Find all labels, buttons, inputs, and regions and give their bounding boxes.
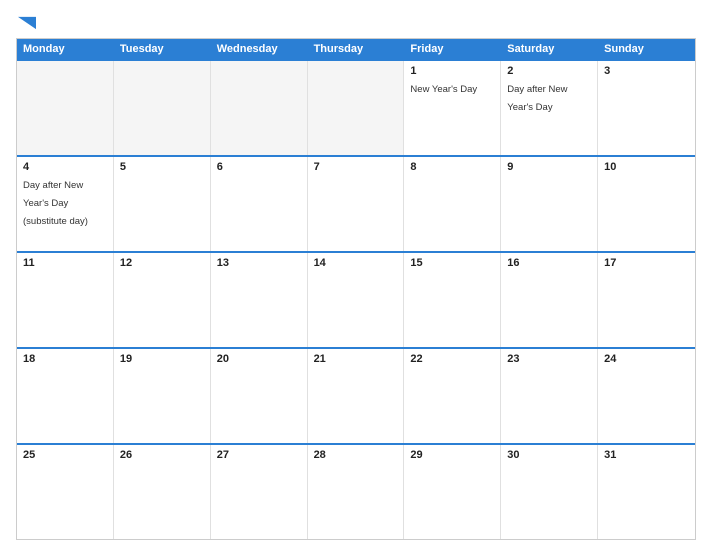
cal-cell-4-6: 23 — [501, 349, 598, 443]
day-number: 2 — [507, 65, 591, 77]
day-number: 21 — [314, 353, 398, 365]
cal-cell-5-4: 28 — [308, 445, 405, 539]
cal-cell-5-5: 29 — [404, 445, 501, 539]
week-row-2: 4 Day after New Year's Day (substitute da… — [17, 155, 695, 251]
week-row-3: 11 12 13 14 15 16 17 — [17, 251, 695, 347]
day-event: Day after New Year's Day — [507, 84, 567, 113]
cal-cell-4-2: 19 — [114, 349, 211, 443]
day-number: 9 — [507, 161, 591, 173]
cal-cell-2-6: 9 — [501, 157, 598, 251]
day-number: 31 — [604, 449, 689, 461]
cal-cell-5-7: 31 — [598, 445, 695, 539]
day-number: 4 — [23, 161, 107, 173]
week-row-1: 1 New Year's Day 2 Day after New Year's Day… — [17, 59, 695, 155]
day-number: 15 — [410, 257, 494, 269]
cal-cell-5-1: 25 — [17, 445, 114, 539]
calendar: Monday Tuesday Wednesday Thursday Friday… — [16, 38, 696, 540]
week-row-5: 25 26 27 28 29 30 31 — [17, 443, 695, 539]
col-thursday: Thursday — [308, 39, 405, 59]
cal-cell-3-6: 16 — [501, 253, 598, 347]
header — [16, 14, 696, 32]
day-number: 6 — [217, 161, 301, 173]
cal-cell-3-4: 14 — [308, 253, 405, 347]
cal-cell-1-5: 1 New Year's Day — [404, 61, 501, 155]
cal-cell-2-4: 7 — [308, 157, 405, 251]
day-number: 24 — [604, 353, 689, 365]
day-number: 26 — [120, 449, 204, 461]
day-event: New Year's Day — [410, 84, 477, 95]
day-number: 14 — [314, 257, 398, 269]
day-number: 17 — [604, 257, 689, 269]
day-number: 29 — [410, 449, 494, 461]
cal-cell-3-3: 13 — [211, 253, 308, 347]
cal-cell-4-3: 20 — [211, 349, 308, 443]
day-number: 13 — [217, 257, 301, 269]
cal-cell-1-4 — [308, 61, 405, 155]
day-number: 19 — [120, 353, 204, 365]
cal-cell-1-7: 3 — [598, 61, 695, 155]
cal-cell-5-6: 30 — [501, 445, 598, 539]
cal-cell-2-5: 8 — [404, 157, 501, 251]
logo — [16, 14, 36, 32]
col-friday: Friday — [404, 39, 501, 59]
cal-cell-1-6: 2 Day after New Year's Day — [501, 61, 598, 155]
col-wednesday: Wednesday — [211, 39, 308, 59]
day-number: 20 — [217, 353, 301, 365]
day-number: 11 — [23, 257, 107, 269]
day-number: 27 — [217, 449, 301, 461]
cal-cell-3-5: 15 — [404, 253, 501, 347]
cal-cell-3-7: 17 — [598, 253, 695, 347]
day-event: Day after New Year's Day (substitute day… — [23, 180, 88, 227]
cal-cell-4-7: 24 — [598, 349, 695, 443]
cal-cell-2-1: 4 Day after New Year's Day (substitute da… — [17, 157, 114, 251]
cal-cell-5-2: 26 — [114, 445, 211, 539]
cal-cell-2-3: 6 — [211, 157, 308, 251]
day-number: 16 — [507, 257, 591, 269]
day-number: 23 — [507, 353, 591, 365]
day-number: 1 — [410, 65, 494, 77]
col-saturday: Saturday — [501, 39, 598, 59]
day-number: 30 — [507, 449, 591, 461]
cal-cell-1-1 — [17, 61, 114, 155]
calendar-header: Monday Tuesday Wednesday Thursday Friday… — [17, 39, 695, 59]
cal-cell-4-5: 22 — [404, 349, 501, 443]
day-number: 8 — [410, 161, 494, 173]
day-number: 18 — [23, 353, 107, 365]
calendar-body: 1 New Year's Day 2 Day after New Year's Day… — [17, 59, 695, 539]
day-number: 10 — [604, 161, 689, 173]
cal-cell-3-1: 11 — [17, 253, 114, 347]
cal-cell-4-4: 21 — [308, 349, 405, 443]
cal-cell-4-1: 18 — [17, 349, 114, 443]
logo-icon — [18, 14, 36, 32]
day-number: 12 — [120, 257, 204, 269]
day-number: 7 — [314, 161, 398, 173]
day-number: 5 — [120, 161, 204, 173]
cal-cell-2-2: 5 — [114, 157, 211, 251]
day-number: 25 — [23, 449, 107, 461]
cal-cell-1-2 — [114, 61, 211, 155]
day-number: 3 — [604, 65, 689, 77]
week-row-4: 18 19 20 21 22 23 24 — [17, 347, 695, 443]
col-sunday: Sunday — [598, 39, 695, 59]
day-number: 28 — [314, 449, 398, 461]
col-monday: Monday — [17, 39, 114, 59]
page: Monday Tuesday Wednesday Thursday Friday… — [0, 0, 712, 550]
cal-cell-1-3 — [211, 61, 308, 155]
cal-cell-3-2: 12 — [114, 253, 211, 347]
col-tuesday: Tuesday — [114, 39, 211, 59]
cal-cell-5-3: 27 — [211, 445, 308, 539]
day-number: 22 — [410, 353, 494, 365]
cal-cell-2-7: 10 — [598, 157, 695, 251]
